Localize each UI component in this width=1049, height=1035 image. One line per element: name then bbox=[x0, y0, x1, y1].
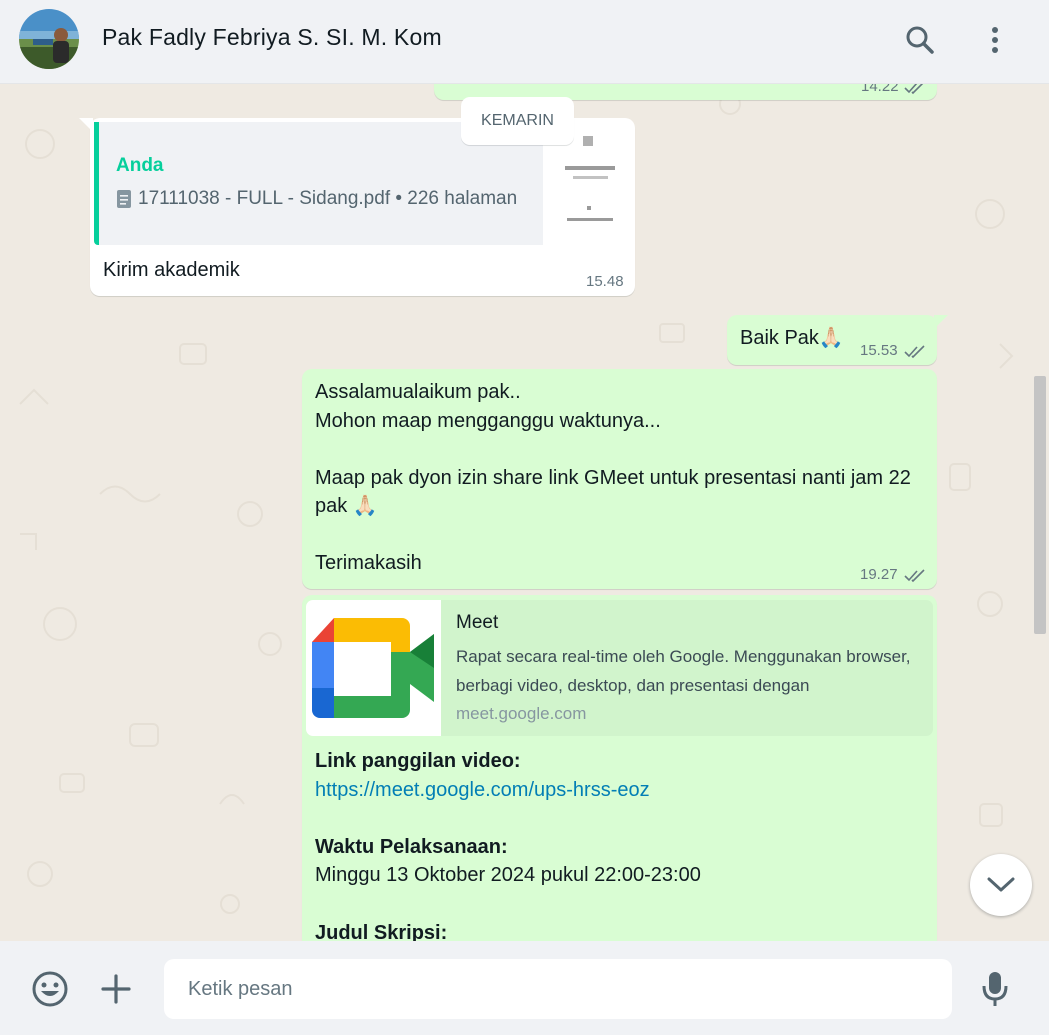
message-composer: Ketik pesan bbox=[0, 941, 1049, 1035]
message-time: 15.48 bbox=[586, 273, 624, 290]
google-meet-logo bbox=[306, 600, 441, 736]
chat-scrollbar[interactable] bbox=[1034, 376, 1046, 634]
bubble-tail bbox=[934, 315, 948, 329]
bubble-tail bbox=[79, 118, 93, 132]
plus-icon[interactable] bbox=[96, 969, 136, 1009]
contact-avatar[interactable] bbox=[19, 9, 79, 69]
chat-area[interactable]: 14.22 KEMARIN Anda 17111038 - FULL - Sid… bbox=[0, 84, 1049, 941]
search-icon[interactable] bbox=[902, 22, 938, 58]
time-value: Minggu 13 Oktober 2024 pukul 22:00-23:00 bbox=[315, 864, 701, 886]
double-check-icon bbox=[904, 569, 925, 583]
message-text: Kirim akademik bbox=[103, 259, 240, 281]
quoted-document-name: 17111038 - FULL - Sidang.pdf • 226 halam… bbox=[138, 188, 518, 209]
message-bubble-outgoing[interactable]: Baik Pak🙏🏻 15.53 bbox=[727, 315, 948, 365]
double-check-icon bbox=[904, 345, 925, 359]
link-preview[interactable]: Meet Rapat secara real-time oleh Google.… bbox=[306, 600, 933, 736]
link-label: Link panggilan video: bbox=[315, 750, 521, 772]
time-label: Waktu Pelaksanaan: bbox=[315, 836, 508, 858]
contact-name[interactable]: Pak Fadly Febriya S. SI. M. Kom bbox=[102, 24, 442, 51]
document-icon bbox=[117, 190, 131, 208]
date-divider: KEMARIN bbox=[461, 97, 574, 145]
chat-header: Pak Fadly Febriya S. SI. M. Kom bbox=[0, 0, 1049, 84]
quoted-document: 17111038 - FULL - Sidang.pdf • 226 halam… bbox=[116, 188, 517, 210]
message-time: 14.22 bbox=[861, 84, 899, 95]
link-preview-description: Rapat secara real-time oleh Google. Meng… bbox=[456, 647, 911, 695]
thesis-title-label: Judul Skripsi: bbox=[315, 922, 448, 941]
message-text: Baik Pak🙏🏻 bbox=[740, 327, 844, 349]
quoted-author: Anda bbox=[116, 155, 164, 176]
message-time: 15.53 bbox=[860, 342, 898, 359]
chevron-down-icon bbox=[987, 877, 1015, 892]
link-preview-title: Meet bbox=[456, 612, 499, 633]
message-time: 19.27 bbox=[860, 566, 898, 583]
message-input[interactable]: Ketik pesan bbox=[164, 959, 952, 1019]
scroll-to-bottom-button[interactable] bbox=[970, 854, 1032, 916]
menu-dots-icon[interactable] bbox=[977, 22, 1013, 58]
microphone-icon[interactable] bbox=[975, 969, 1015, 1009]
link-preview-domain: meet.google.com bbox=[456, 704, 587, 723]
emoji-icon[interactable] bbox=[30, 969, 70, 1009]
double-check-icon bbox=[904, 84, 924, 95]
message-bubble-outgoing[interactable]: Assalamualaikum pak.. Mohon maap menggan… bbox=[302, 369, 937, 589]
meet-link[interactable]: https://meet.google.com/ups-hrss-eoz bbox=[315, 776, 650, 805]
message-text: Assalamualaikum pak.. Mohon maap menggan… bbox=[315, 381, 911, 574]
